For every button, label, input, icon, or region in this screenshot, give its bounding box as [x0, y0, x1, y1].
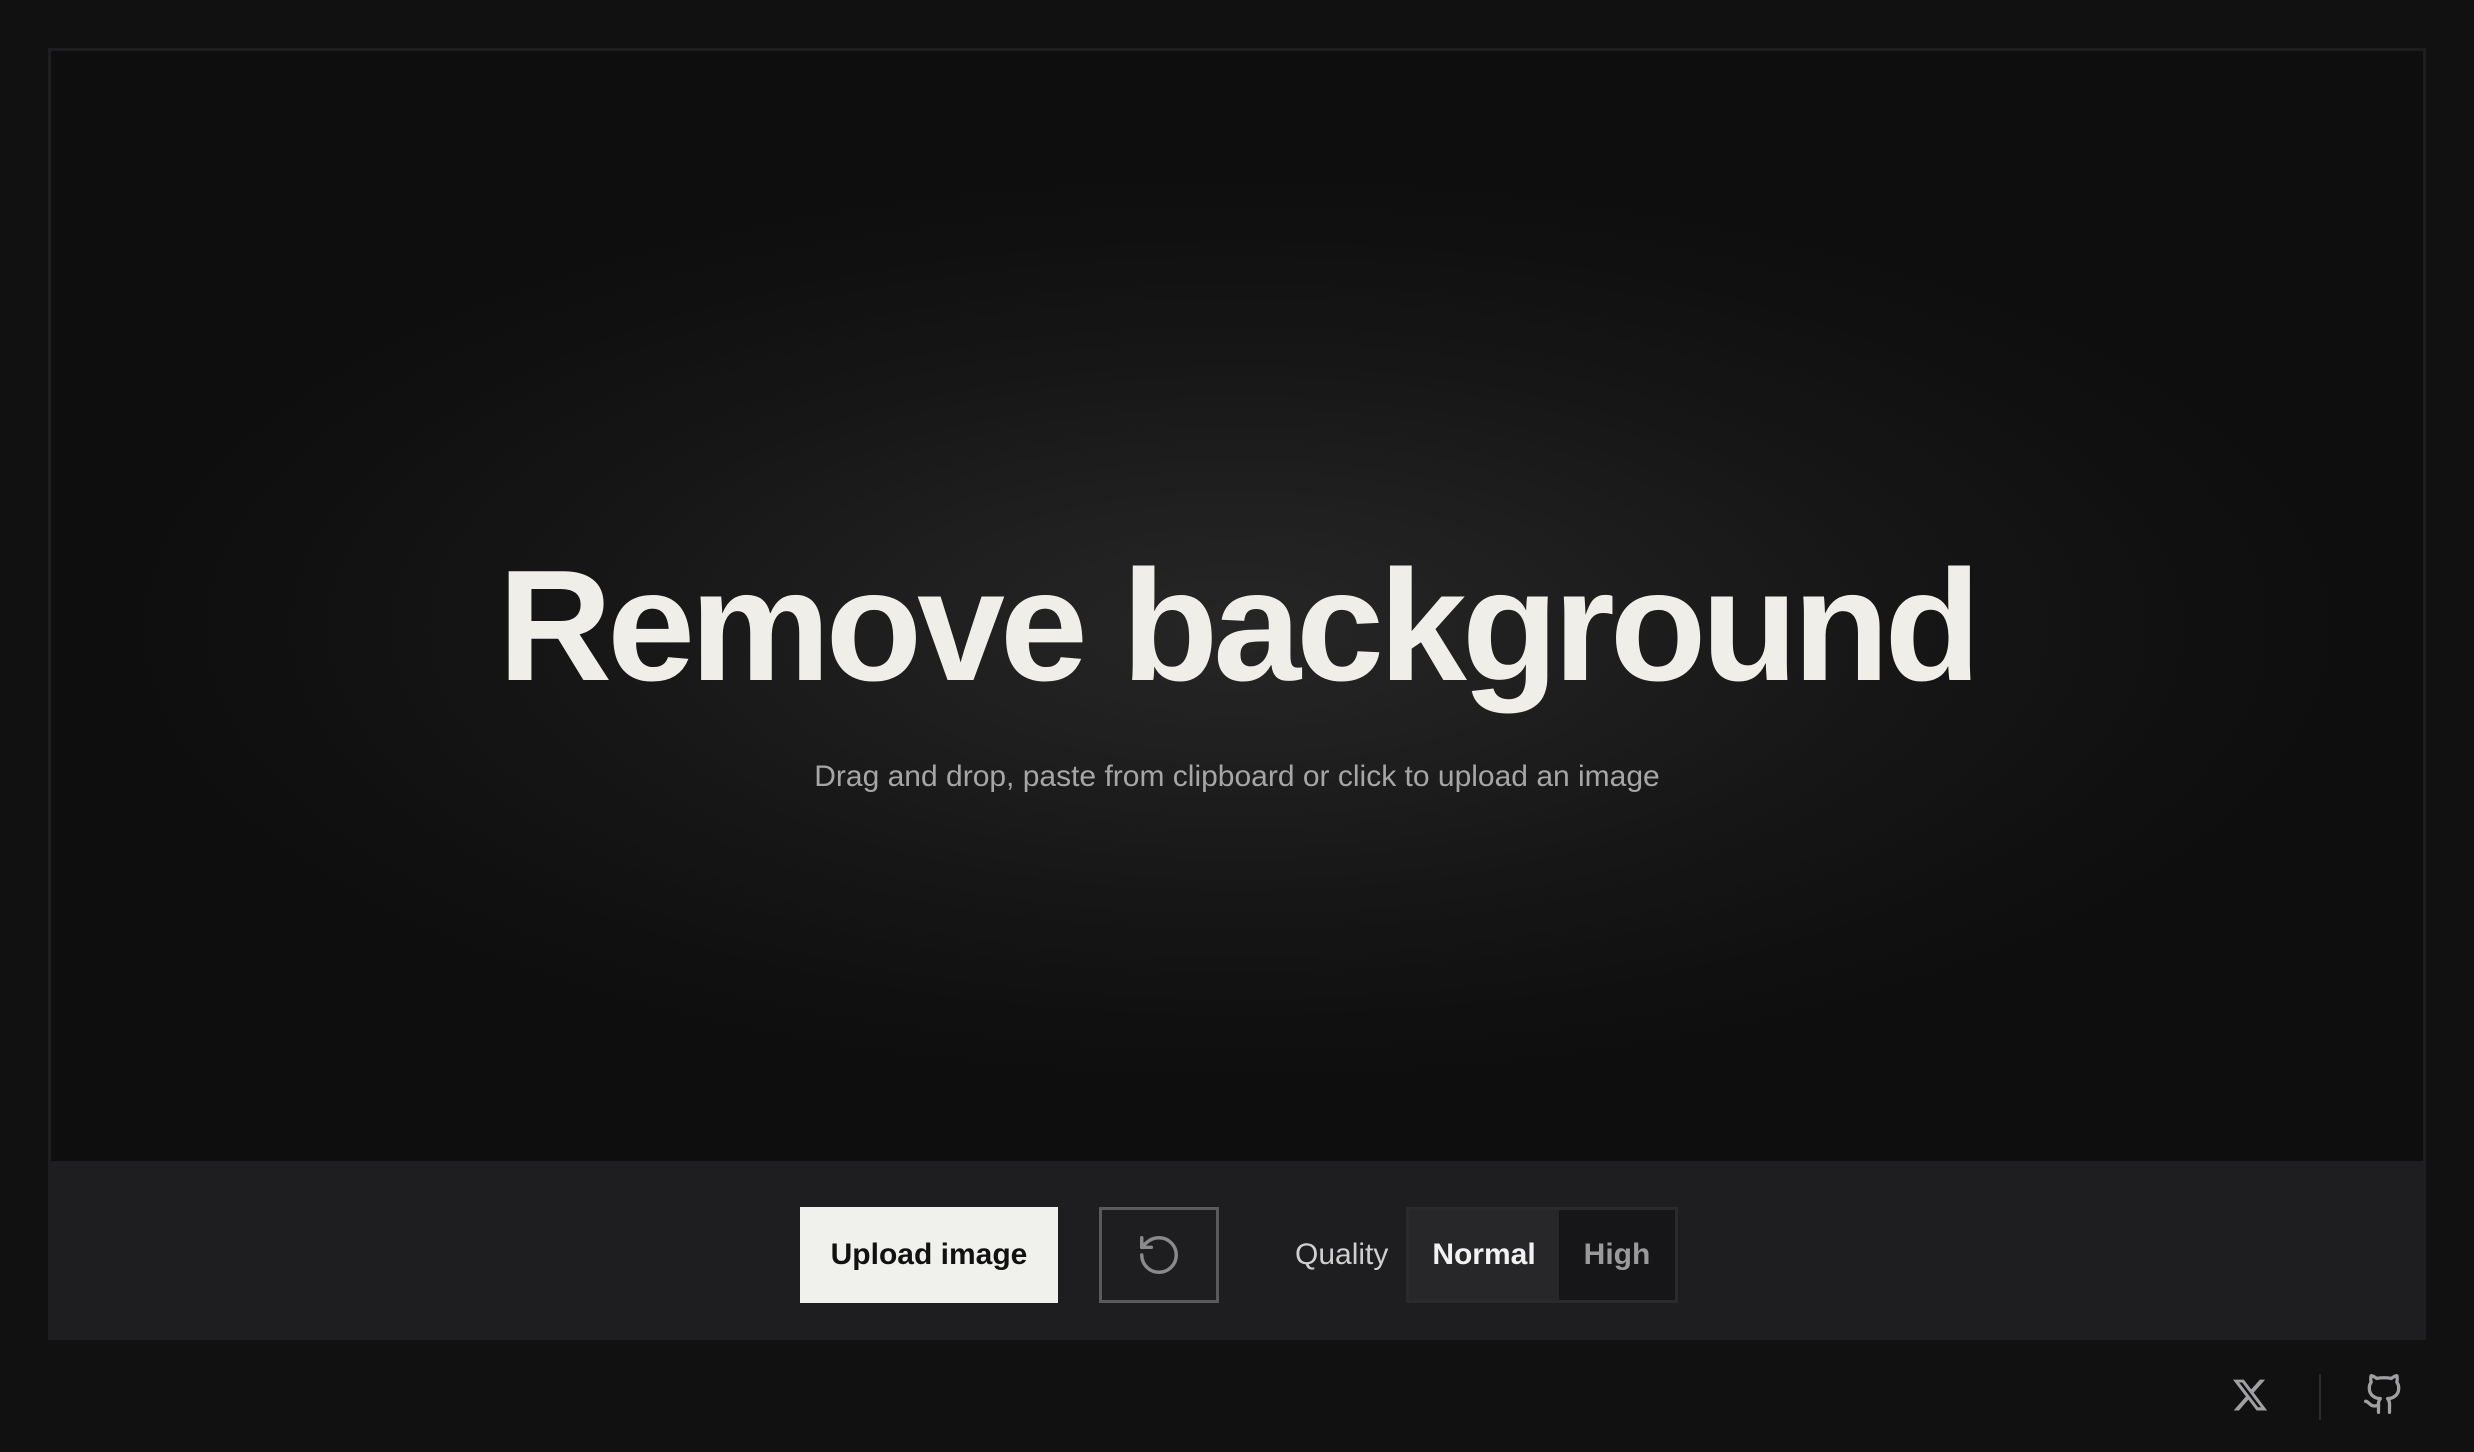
upload-frame: Remove background Drag and drop, paste f…	[48, 48, 2426, 1340]
quality-option-high[interactable]: High	[1559, 1210, 1675, 1300]
quality-label: Quality	[1295, 1238, 1389, 1271]
toolbar: Upload image Quality Normal High	[51, 1161, 2423, 1337]
github-icon	[2364, 1374, 2401, 1414]
dropzone-instructions: Drag and drop, paste from clipboard or c…	[814, 760, 1660, 793]
footer-links	[2174, 1340, 2474, 1452]
github-link[interactable]	[2358, 1368, 2410, 1420]
x-link[interactable]	[2225, 1370, 2275, 1420]
quality-selector: Normal High	[1406, 1207, 1678, 1303]
footer-divider	[2319, 1374, 2321, 1420]
rotate-ccw-icon	[1140, 1236, 1178, 1274]
upload-image-button[interactable]: Upload image	[800, 1207, 1058, 1303]
x-twitter-icon	[2232, 1379, 2268, 1411]
quality-option-normal[interactable]: Normal	[1409, 1210, 1559, 1300]
image-dropzone[interactable]: Remove background Drag and drop, paste f…	[51, 51, 2423, 1161]
reset-button[interactable]	[1099, 1207, 1219, 1303]
page-title: Remove background	[498, 538, 1981, 714]
app-root: Remove background Drag and drop, paste f…	[0, 0, 2474, 1452]
